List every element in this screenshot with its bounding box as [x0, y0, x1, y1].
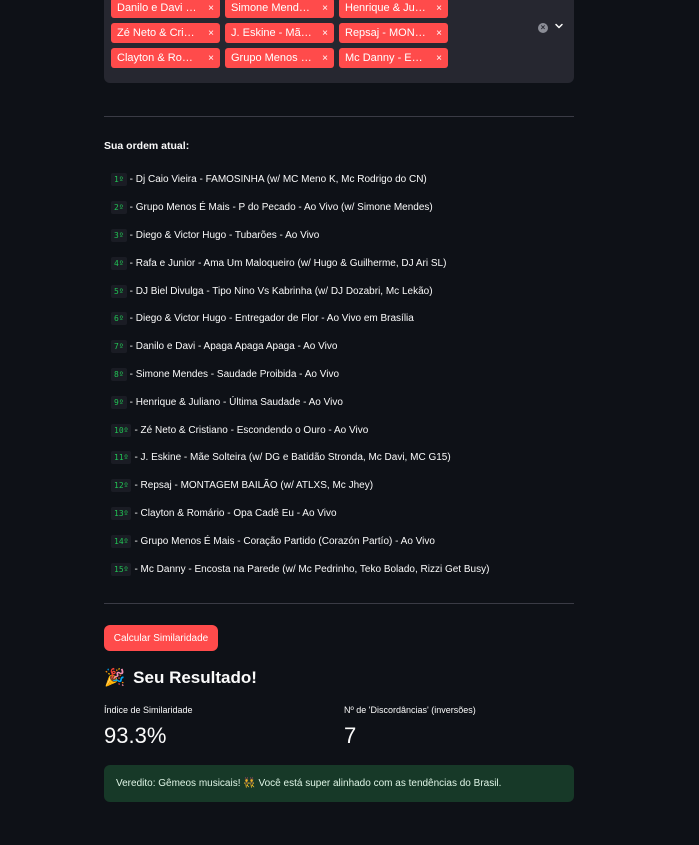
- rank-badge: 1º: [111, 173, 127, 187]
- order-title: Sua ordem atual:: [104, 140, 190, 152]
- tag-label: Grupo Menos É …: [231, 52, 314, 64]
- list-item: 13º - Clayton & Romário - Opa Cadê Eu - …: [111, 500, 581, 528]
- list-item: 4º - Rafa e Junior - Ama Um Maloqueiro (…: [111, 249, 581, 277]
- list-item: 6º - Diego & Victor Hugo - Entregador de…: [111, 305, 581, 333]
- tag-label: Danilo e Davi - A…: [117, 2, 200, 14]
- inversions-metric: Nº de 'Discordâncias' (inversões) 7: [344, 705, 476, 749]
- metric-value: 93.3%: [104, 723, 167, 748]
- rank-badge: 2º: [111, 201, 127, 215]
- selected-tag[interactable]: Mc Danny - Enco… ×: [339, 48, 448, 68]
- tag-label: Mc Danny - Enco…: [345, 52, 428, 64]
- rank-badge: 15º: [111, 562, 132, 576]
- remove-tag-icon[interactable]: ×: [204, 53, 214, 64]
- song-text: - Grupo Menos É Mais - P do Pecado - Ao …: [129, 202, 433, 214]
- rank-badge: 11º: [111, 451, 132, 465]
- rank-badge: 10º: [111, 423, 132, 437]
- selected-tag[interactable]: Grupo Menos É … ×: [225, 48, 334, 68]
- rank-badge: 8º: [111, 367, 127, 381]
- tag-label: Zé Neto & Cristia…: [117, 27, 200, 39]
- selected-tag[interactable]: J. Eskine - Mãe S… ×: [225, 23, 334, 43]
- divider: [104, 603, 574, 604]
- song-text: - Zé Neto & Cristiano - Escondendo o Our…: [134, 424, 369, 436]
- song-text: - Clayton & Romário - Opa Cadê Eu - Ao V…: [134, 507, 337, 519]
- rank-badge: 9º: [111, 395, 127, 409]
- song-text: - Dj Caio Vieira - FAMOSINHA (w/ MC Meno…: [129, 174, 427, 186]
- list-item: 11º - J. Eskine - Mãe Solteira (w/ DG e …: [111, 444, 581, 472]
- song-text: - Diego & Victor Hugo - Tubarões - Ao Vi…: [129, 229, 320, 241]
- remove-tag-icon[interactable]: ×: [318, 28, 328, 39]
- metric-label: Índice de Similaridade: [104, 705, 193, 715]
- song-multiselect[interactable]: Danilo e Davi - A… × Simone Mendes … × Hen…: [104, 0, 574, 83]
- tag-label: Clayton & Romár…: [117, 52, 200, 64]
- remove-tag-icon[interactable]: ×: [204, 28, 214, 39]
- song-text: - Rafa e Junior - Ama Um Maloqueiro (w/ …: [129, 257, 447, 269]
- rank-badge: 3º: [111, 228, 127, 242]
- selected-tag[interactable]: Clayton & Romár… ×: [111, 48, 220, 68]
- verdict-alert: Veredito: Gêmeos musicais! 👯 Você está s…: [104, 765, 574, 802]
- selected-tag[interactable]: Simone Mendes … ×: [225, 0, 334, 18]
- song-text: - Henrique & Juliano - Última Saudade - …: [129, 396, 343, 408]
- selected-tag[interactable]: Repsaj - MONTA… ×: [339, 23, 448, 43]
- rank-badge: 4º: [111, 256, 127, 270]
- metric-value: 7: [344, 723, 357, 748]
- song-text: - DJ Biel Divulga - Tipo Nino Vs Kabrinh…: [129, 285, 433, 297]
- remove-tag-icon[interactable]: ×: [204, 3, 214, 14]
- list-item: 3º - Diego & Victor Hugo - Tubarões - Ao…: [111, 222, 581, 250]
- rank-badge: 6º: [111, 312, 127, 326]
- list-item: 7º - Danilo e Davi - Apaga Apaga Apaga -…: [111, 333, 581, 361]
- list-item: 10º - Zé Neto & Cristiano - Escondendo o…: [111, 416, 581, 444]
- selected-tag[interactable]: Henrique & Julia… ×: [339, 0, 448, 18]
- rank-badge: 7º: [111, 340, 127, 354]
- list-item: 5º - DJ Biel Divulga - Tipo Nino Vs Kabr…: [111, 277, 581, 305]
- party-popper-icon: 🎉: [104, 668, 126, 687]
- result-heading: 🎉 Seu Resultado!: [104, 668, 257, 688]
- list-item: 9º - Henrique & Juliano - Última Saudade…: [111, 388, 581, 416]
- song-text: - Grupo Menos É Mais - Coração Partido (…: [134, 535, 435, 547]
- remove-tag-icon[interactable]: ×: [432, 3, 442, 14]
- verdict-text: Veredito: Gêmeos musicais! 👯 Você está s…: [116, 778, 502, 789]
- song-text: - Diego & Victor Hugo - Entregador de Fl…: [129, 313, 414, 325]
- song-text: - Danilo e Davi - Apaga Apaga Apaga - Ao…: [129, 341, 338, 353]
- order-list: 1º - Dj Caio Vieira - FAMOSINHA (w/ MC M…: [111, 166, 581, 583]
- remove-tag-icon[interactable]: ×: [432, 53, 442, 64]
- song-text: - Mc Danny - Encosta na Parede (w/ Mc Pe…: [134, 563, 490, 575]
- selected-tags: Danilo e Davi - A… × Simone Mendes … × Hen…: [111, 0, 451, 68]
- remove-tag-icon[interactable]: ×: [318, 3, 328, 14]
- rank-badge: 12º: [111, 479, 132, 493]
- remove-tag-icon[interactable]: ×: [318, 53, 328, 64]
- clear-all-icon[interactable]: ×: [538, 23, 548, 33]
- tag-label: Repsaj - MONTA…: [345, 27, 428, 39]
- list-item: 15º - Mc Danny - Encosta na Parede (w/ M…: [111, 555, 581, 583]
- selected-tag[interactable]: Danilo e Davi - A… ×: [111, 0, 220, 18]
- calculate-similarity-button[interactable]: Calcular Similaridade: [104, 625, 218, 651]
- list-item: 2º - Grupo Menos É Mais - P do Pecado - …: [111, 194, 581, 222]
- remove-tag-icon[interactable]: ×: [432, 28, 442, 39]
- result-title: Seu Resultado!: [133, 668, 257, 687]
- song-text: - Repsaj - MONTAGEM BAILÃO (w/ ATLXS, Mc…: [134, 480, 374, 492]
- divider: [104, 116, 574, 117]
- similarity-metric: Índice de Similaridade 93.3%: [104, 705, 193, 749]
- tag-label: J. Eskine - Mãe S…: [231, 27, 314, 39]
- tag-label: Simone Mendes …: [231, 2, 314, 14]
- song-text: - Simone Mendes - Saudade Proibida - Ao …: [129, 368, 340, 380]
- list-item: 12º - Repsaj - MONTAGEM BAILÃO (w/ ATLXS…: [111, 472, 581, 500]
- list-item: 1º - Dj Caio Vieira - FAMOSINHA (w/ MC M…: [111, 166, 581, 194]
- rank-badge: 14º: [111, 534, 132, 548]
- song-text: - J. Eskine - Mãe Solteira (w/ DG e Bati…: [134, 452, 451, 464]
- selected-tag[interactable]: Zé Neto & Cristia… ×: [111, 23, 220, 43]
- list-item: 14º - Grupo Menos É Mais - Coração Parti…: [111, 527, 581, 555]
- rank-badge: 5º: [111, 284, 127, 298]
- metric-label: Nº de 'Discordâncias' (inversões): [344, 705, 476, 715]
- list-item: 8º - Simone Mendes - Saudade Proibida - …: [111, 361, 581, 389]
- rank-badge: 13º: [111, 506, 132, 520]
- chevron-down-icon[interactable]: [553, 20, 565, 32]
- tag-label: Henrique & Julia…: [345, 2, 428, 14]
